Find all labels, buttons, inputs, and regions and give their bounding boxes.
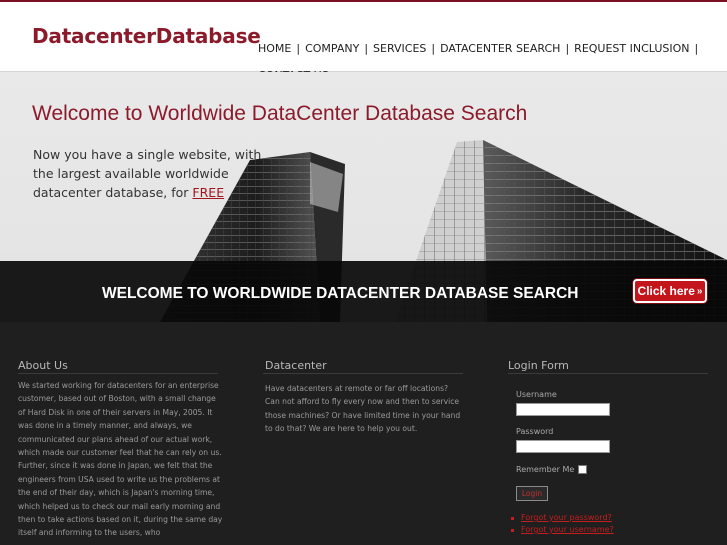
nav-datacenter-search[interactable]: DATACENTER SEARCH: [440, 35, 560, 62]
about-divider: [18, 373, 218, 374]
about-text: We started working for datacenters for a…: [18, 381, 223, 538]
nav-separator: |: [431, 42, 436, 55]
hero-title: Welcome to Worldwide DataCenter Database…: [32, 102, 528, 125]
click-here-button[interactable]: Click here »: [633, 279, 707, 303]
bullet-icon: [511, 529, 514, 532]
nav-request-inclusion[interactable]: REQUEST INCLUSION: [574, 35, 689, 62]
datacenter-title: Datacenter: [265, 359, 327, 372]
nav-services[interactable]: SERVICES: [373, 35, 426, 62]
forgot-username-link[interactable]: Forgot your username?: [521, 525, 614, 534]
login-divider: [508, 373, 708, 374]
nav-home[interactable]: HOME: [258, 35, 291, 62]
remember-me-checkbox[interactable]: [578, 465, 587, 474]
bullet-icon: [511, 517, 514, 520]
nav-company[interactable]: COMPANY: [305, 35, 359, 62]
password-label: Password: [516, 427, 554, 436]
datacenter-divider: [263, 373, 463, 374]
nav-separator: |: [296, 42, 301, 55]
password-input[interactable]: [516, 440, 610, 453]
about-title: About Us: [18, 359, 68, 372]
hero-section: Welcome to Worldwide DataCenter Database…: [0, 72, 727, 322]
username-label: Username: [516, 390, 557, 399]
login-form-title: Login Form: [508, 359, 569, 372]
banner-text: WELCOME TO WORLDWIDE DATACENTER DATABASE…: [102, 285, 579, 302]
nav-separator: |: [565, 42, 570, 55]
nav-separator: |: [364, 42, 369, 55]
double-chevron-right-icon: »: [696, 285, 703, 297]
remember-me-label: Remember Me: [516, 465, 575, 474]
datacenter-text: Have datacenters at remote or far off lo…: [265, 384, 461, 434]
site-logo[interactable]: DatacenterDatabase: [32, 24, 261, 48]
forgot-password-link[interactable]: Forgot your password?: [521, 513, 612, 522]
site-header: DatacenterDatabase HOME | COMPANY | SERVICES…: [0, 0, 727, 82]
nav-separator: |: [694, 42, 699, 55]
login-button[interactable]: Login: [516, 486, 548, 501]
click-here-label: Click here: [637, 284, 695, 298]
username-input[interactable]: [516, 403, 610, 416]
